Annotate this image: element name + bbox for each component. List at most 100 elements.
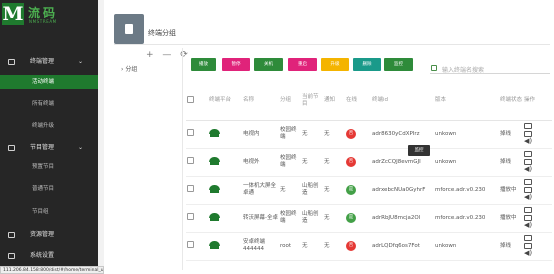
caret-right-icon: ›	[121, 66, 124, 73]
cell-status: 播放中	[499, 204, 523, 233]
nav-group-terminal[interactable]: 终端管理 ⌄	[0, 55, 98, 69]
nav-group-resource[interactable]: 资源管理	[0, 228, 98, 242]
cell-status: 掉线	[499, 232, 523, 261]
chevron-down-icon: ⌄	[78, 58, 84, 65]
cell-notice: 无	[323, 176, 345, 205]
volume-icon[interactable]: ◀)	[524, 194, 532, 201]
sidebar-item-active-terminals[interactable]: 活动终端	[0, 75, 98, 89]
cell-terminal-id: adrLQDfq6os7Fot	[371, 232, 434, 261]
android-icon	[209, 156, 220, 165]
volume-icon[interactable]: ◀)	[524, 222, 532, 229]
tree-node-root[interactable]: › 分组	[121, 64, 137, 73]
column-header: 在线	[345, 82, 371, 121]
cell-program: 无	[301, 120, 323, 149]
search-input[interactable]: 输入终端名搜索	[442, 65, 484, 74]
sidebar-item-preset-programs[interactable]: 预置节目	[0, 160, 98, 174]
cell-notice: 无	[323, 204, 345, 233]
column-header: 当前节目	[301, 82, 323, 121]
cell-group: 校园终端	[279, 148, 301, 177]
nav-group-label: 终端管理	[30, 58, 55, 65]
pause-button[interactable]: 暂停	[222, 58, 250, 71]
cell-status: 掉线	[499, 120, 523, 149]
online-badge: 是	[346, 185, 356, 195]
cell-name: 安卓终端444444	[242, 232, 279, 261]
cell-group: 校园终端	[279, 120, 301, 149]
cell-program: 山船创造	[301, 204, 323, 233]
sidebar-item-terminal-upgrade[interactable]: 终端升级	[0, 119, 98, 133]
column-header: 通知	[323, 82, 345, 121]
cell-name: 电视内	[242, 120, 279, 149]
sidebar-item-all-terminals[interactable]: 所有终端	[0, 97, 98, 111]
resource-icon	[8, 232, 15, 238]
group-icon	[114, 14, 144, 44]
table-row: 安卓终端444444 root 无 无 否 adrLQDfq6os7Fot un…	[186, 232, 552, 261]
cell-group: 校园终端	[279, 204, 301, 233]
online-badge: 是	[346, 213, 356, 223]
terminal-table: 终端平台 名称 分组 当前节目 通知 在线 终端id 版本 终端状态 操作 电视…	[186, 82, 552, 261]
sidebar-item-program-groups[interactable]: 节目组	[0, 205, 98, 219]
app-logo: M 流码 NMSTREAM	[2, 3, 96, 25]
monitor-icon[interactable]	[524, 179, 532, 185]
nav-group-settings[interactable]: 系统设置	[0, 249, 98, 263]
cell-program: 无	[301, 232, 323, 261]
volume-icon[interactable]: ◀)	[524, 138, 532, 145]
table-row: 电视内 校园终端 无 无 否 adr8630yCdXPIrz unkown 掉线…	[186, 120, 552, 149]
logo-mark: M	[2, 3, 24, 25]
monitor-button[interactable]: 监控	[384, 58, 413, 71]
column-header: 名称	[242, 82, 279, 121]
row-checkbox[interactable]	[187, 157, 194, 164]
row-checkbox[interactable]	[187, 213, 194, 220]
main-content: 终端分组 + — ⟳ › 分组 播放 暂停 关机 重启 升级 删除 监控 输入终…	[104, 0, 554, 274]
volume-icon[interactable]: ◀)	[524, 166, 532, 173]
monitor-icon[interactable]	[524, 207, 532, 213]
cell-terminal-id: adrRbJU8mcja2Ol	[371, 204, 434, 233]
settings-icon	[8, 253, 15, 259]
cell-notice: 无	[323, 148, 345, 177]
column-header: 版本	[434, 82, 499, 121]
volume-icon[interactable]: ◀)	[524, 250, 532, 257]
delete-button[interactable]: 删除	[353, 58, 381, 71]
tree-node-label: 分组	[125, 66, 138, 73]
cell-terminal-id: adr8630yCdXPIrz	[371, 120, 434, 149]
select-all-checkbox[interactable]	[187, 95, 194, 103]
monitor-icon[interactable]	[524, 151, 532, 157]
shutdown-button[interactable]: 关机	[254, 58, 283, 71]
divider	[182, 48, 183, 270]
status-bar-url: 111.206.84.158:800/dist/#/home/terminal_…	[0, 266, 104, 274]
cell-program: 山船创造	[301, 176, 323, 205]
row-checkbox[interactable]	[187, 129, 194, 136]
table-header-row: 终端平台 名称 分组 当前节目 通知 在线 终端id 版本 终端状态 操作	[186, 82, 552, 121]
sidebar-item-normal-programs[interactable]: 普通节目	[0, 182, 98, 196]
tree-toolbar[interactable]: + — ⟳	[146, 50, 191, 60]
cell-terminal-id: adrxebcNUa0GyhrF	[371, 176, 434, 205]
monitor-icon[interactable]	[524, 123, 532, 129]
sidebar: M 流码 NMSTREAM 终端管理 ⌄ 活动终端 所有终端 终端升级 节目管理…	[0, 0, 98, 274]
online-badge: 否	[346, 129, 356, 139]
nav-group-label: 节目管理	[30, 144, 55, 151]
cell-version: unkown	[434, 148, 499, 177]
row-checkbox[interactable]	[187, 185, 194, 192]
divider	[114, 44, 550, 45]
chevron-down-icon: ⌄	[78, 144, 84, 151]
table-row: 电视外 校园终端 无 无 否 adrZcCQJ8evmGJI unkown 掉线…	[186, 148, 552, 177]
logo-subtitle: NMSTREAM	[29, 19, 57, 24]
terminal-icon	[8, 59, 15, 65]
page-title: 终端分组	[148, 29, 176, 37]
cell-status: 播放中	[499, 176, 523, 205]
cell-name: 一体机大屏全卓通	[242, 176, 279, 205]
restart-button[interactable]: 重启	[288, 58, 317, 71]
monitor-icon[interactable]	[524, 235, 532, 241]
column-header: 分组	[279, 82, 301, 121]
cell-notice: 无	[323, 232, 345, 261]
android-icon	[209, 128, 220, 137]
row-checkbox[interactable]	[187, 241, 194, 248]
cell-version: mforce.adr.v0.230	[434, 204, 499, 233]
nav-group-label: 系统设置	[30, 252, 55, 259]
search-box[interactable]: 输入终端名搜索	[430, 63, 550, 74]
play-button[interactable]: 播放	[191, 58, 216, 71]
cell-version: mforce.adr.v0.230	[434, 176, 499, 205]
column-header: 操作	[523, 82, 552, 121]
upgrade-button[interactable]: 升级	[321, 58, 349, 71]
nav-group-program[interactable]: 节目管理 ⌄	[0, 141, 98, 155]
table-row: 转沃屏幕-全卓 校园终端 山船创造 无 是 adrRbJU8mcja2Ol mf…	[186, 204, 552, 233]
